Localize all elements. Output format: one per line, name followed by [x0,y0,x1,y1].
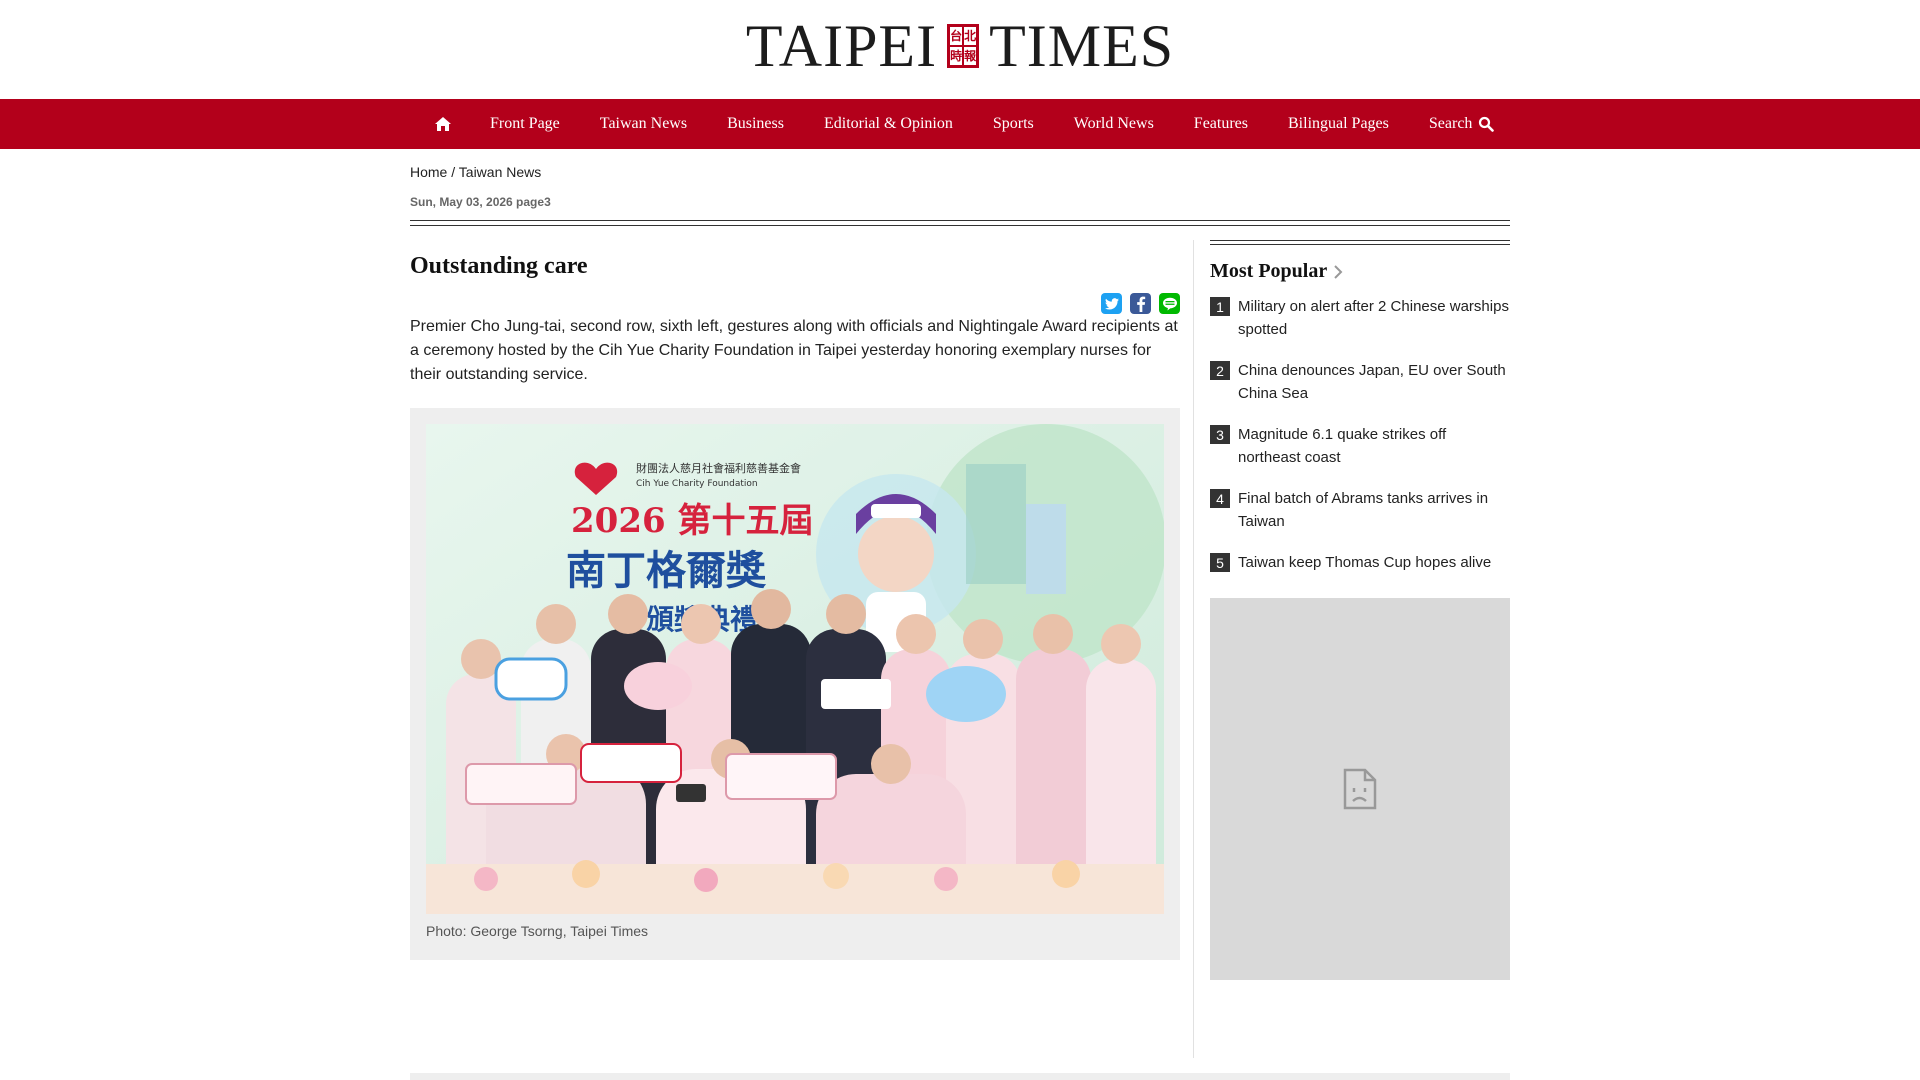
header-divider [410,220,1510,226]
nav-features[interactable]: Features [1194,115,1248,133]
banner-org-en: Cih Yue Charity Foundation [636,479,758,489]
facebook-icon [1136,296,1145,312]
popular-headline[interactable]: Taiwan keep Thomas Cup hopes alive [1238,551,1491,574]
seal-char: 報 [964,47,977,65]
popular-headline[interactable]: Magnitude 6.1 quake strikes off northeas… [1238,423,1510,469]
nav-front-page[interactable]: Front Page [490,115,560,133]
most-popular-heading[interactable]: Most Popular [1210,260,1510,283]
popular-headline[interactable]: China denounces Japan, EU over South Chi… [1238,359,1510,405]
footer-bar [410,1073,1510,1080]
article-caption: Premier Cho Jung-tai, second row, sixth … [410,318,1178,383]
most-popular-title: Most Popular [1210,260,1328,282]
banner-org-zh: 財團法人慈月社會福利慈善基金會 [636,461,801,475]
seal-char: 時 [950,47,963,65]
nav-bilingual-pages[interactable]: Bilingual Pages [1288,115,1389,133]
list-item[interactable]: 3 Magnitude 6.1 quake strikes off northe… [1210,423,1510,469]
share-buttons [1101,293,1180,314]
sidebar: Most Popular 1 Military on alert after 2… [1210,240,1510,980]
site-header: TAIPEI 台 北 時 報 TIMES [0,0,1920,99]
breadcrumb-home[interactable]: Home [410,164,447,180]
rank-badge: 1 [1210,297,1230,316]
banner-year-line: 2026 第十五屆 [571,501,813,541]
search-label: Search [1428,115,1473,132]
most-popular-list: 1 Military on alert after 2 Chinese wars… [1210,295,1510,574]
line-icon [1162,297,1177,310]
logo-word-left: TAIPEI [745,13,938,79]
home-icon [435,117,451,131]
home-nav-button[interactable] [410,99,476,149]
nav-taiwan-news[interactable]: Taiwan News [600,115,687,133]
article: Outstanding care Premier Cho Jung-tai, s… [410,240,1180,960]
list-item[interactable]: 4 Final batch of Abrams tanks arrives in… [1210,487,1510,533]
site-logo[interactable]: TAIPEI 台 北 時 報 TIMES [746,16,1173,76]
rank-badge: 3 [1210,425,1230,444]
search-icon [1479,116,1495,132]
seal-char: 北 [964,27,977,45]
ad-placeholder[interactable] [1210,598,1510,980]
seal-char: 台 [950,27,963,45]
nav-sports[interactable]: Sports [993,115,1034,133]
nav-business[interactable]: Business [727,115,784,133]
breadcrumb-separator: / [451,164,456,180]
breadcrumb-section[interactable]: Taiwan News [459,164,541,180]
article-date-page: Sun, May 03, 2026 page3 [410,195,551,209]
breadcrumb: Home / Taiwan News [410,164,541,180]
logo-seal: 台 北 時 報 [947,24,980,68]
popular-headline[interactable]: Final batch of Abrams tanks arrives in T… [1238,487,1510,533]
photo-credit: Photo: George Tsorng, Taipei Times [426,923,649,939]
rank-badge: 2 [1210,361,1230,380]
twitter-icon [1104,297,1119,310]
main-nav: Front Page Taiwan News Business Editoria… [0,99,1920,149]
photo-container: 財團法人慈月社會福利慈善基金會 Cih Yue Charity Foundati… [410,408,1180,960]
article-photo[interactable]: 財團法人慈月社會福利慈善基金會 Cih Yue Charity Foundati… [426,424,1164,914]
broken-image-icon [1343,768,1377,810]
list-item[interactable]: 1 Military on alert after 2 Chinese wars… [1210,295,1510,341]
popular-headline[interactable]: Military on alert after 2 Chinese warshi… [1238,295,1510,341]
list-item[interactable]: 5 Taiwan keep Thomas Cup hopes alive [1210,551,1510,574]
nav-search[interactable]: Search [1429,115,1495,133]
facebook-share-button[interactable] [1130,293,1151,314]
rank-badge: 4 [1210,489,1230,508]
logo-word-right: TIMES [989,13,1175,79]
twitter-share-button[interactable] [1101,293,1122,314]
line-share-button[interactable] [1159,293,1180,314]
banner-award-line: 南丁格爾獎 [566,547,767,594]
sidebar-rule [1210,240,1510,245]
ceremony-photo-illustration: 財團法人慈月社會福利慈善基金會 Cih Yue Charity Foundati… [426,424,1164,914]
nav-editorial-opinion[interactable]: Editorial & Opinion [824,115,953,133]
list-item[interactable]: 2 China denounces Japan, EU over South C… [1210,359,1510,405]
rank-badge: 5 [1210,553,1230,572]
chevron-right-icon [1334,264,1343,279]
article-title: Outstanding care [410,253,588,279]
nav-world-news[interactable]: World News [1074,115,1154,133]
column-divider [1193,240,1194,1058]
